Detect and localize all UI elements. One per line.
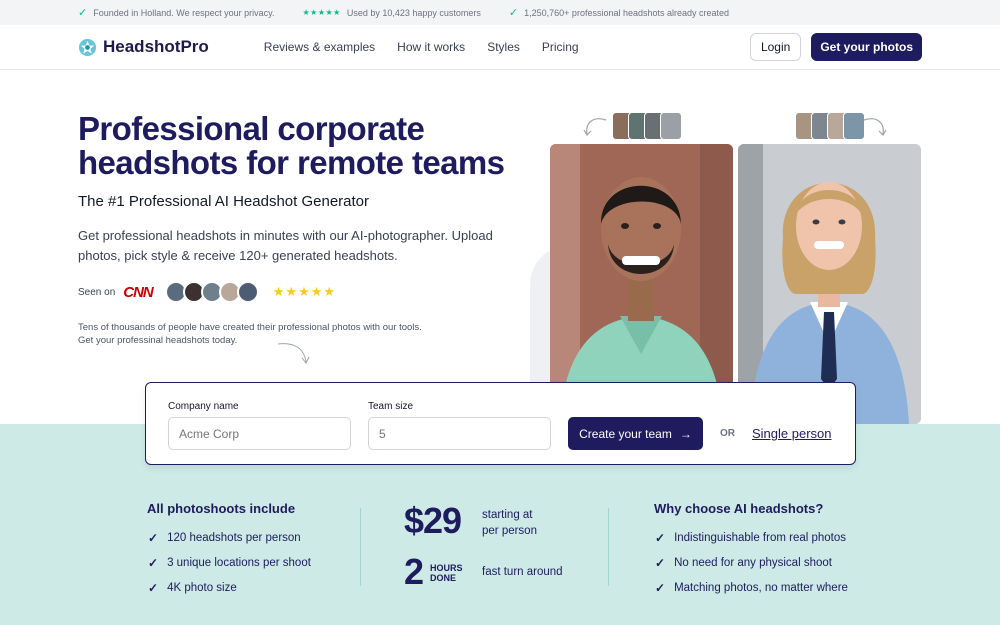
- company-name-input[interactable]: [168, 417, 351, 450]
- list-item: ✓ 4K photo size: [148, 575, 311, 600]
- why-choose-list: ✓ Indistinguishable from real photos ✓ No …: [655, 525, 848, 600]
- check-icon: ✓: [655, 530, 666, 545]
- stars-icon: ★★★★★: [302, 8, 341, 17]
- nav-link-reviews[interactable]: Reviews & examples: [264, 40, 375, 54]
- nav-link-pricing[interactable]: Pricing: [542, 40, 579, 54]
- brand-logo[interactable]: HeadshotPro: [78, 37, 209, 57]
- hours-value: 2: [404, 551, 425, 592]
- check-icon: ✓: [655, 555, 666, 570]
- input-photos-thumbnails: [612, 112, 682, 140]
- hero-description: Get professional headshots in minutes wi…: [78, 228, 493, 263]
- nav-links: Reviews & examples How it works Styles P…: [264, 40, 579, 54]
- check-icon: ✓: [655, 580, 666, 595]
- feature-text: Indistinguishable from real photos: [674, 531, 847, 544]
- create-team-label: Create your team: [579, 426, 672, 441]
- feature-text: Matching photos, no matter where: [674, 581, 848, 594]
- avatar: [236, 281, 259, 303]
- company-name-label: Company name: [168, 401, 239, 412]
- main-navbar: HeadshotPro Reviews & examples How it wo…: [0, 25, 1000, 70]
- feature-text: 120 headshots per person: [167, 531, 301, 544]
- list-item: ✓ Indistinguishable from real photos: [655, 525, 848, 550]
- price-note: starting at per person: [482, 509, 537, 537]
- rotate-arrow-icon: [863, 118, 887, 136]
- logo-icon: [78, 38, 97, 56]
- arrow-right-icon: →: [679, 426, 692, 441]
- hero-title: Professional corporate headshots for rem…: [78, 110, 505, 181]
- photoshoots-include-list: ✓ 120 headshots per person ✓ 3 unique loca…: [148, 525, 311, 600]
- thumbnail: [660, 112, 682, 140]
- headshots-created-note: ✓ 1,250,760+ professional headshots alre…: [509, 6, 729, 19]
- photoshoots-include-title: All photoshoots include: [147, 501, 296, 516]
- customer-avatars: [164, 281, 259, 303]
- rotate-arrow-icon: [583, 118, 607, 136]
- list-item: ✓ 3 unique locations per shoot: [148, 550, 311, 575]
- hero-subtitle: The #1 Professional AI Headshot Generato…: [78, 193, 370, 210]
- team-size-label: Team size: [368, 401, 414, 412]
- customers-text: Used by 10,423 happy customers: [346, 7, 481, 18]
- check-icon: ✓: [148, 530, 159, 545]
- list-item: ✓ No need for any physical shoot: [655, 550, 848, 575]
- nav-link-how-it-works[interactable]: How it works: [397, 40, 465, 54]
- price-value: $29: [404, 500, 462, 541]
- check-icon: ✓: [148, 580, 159, 595]
- top-announcement-bar: ✓ Founded in Holland. We respect your pr…: [0, 0, 1000, 25]
- get-photos-button[interactable]: Get your photos: [811, 33, 922, 61]
- team-signup-form: Company name Team size Create your team …: [145, 382, 856, 465]
- list-item: ✓ 120 headshots per person: [148, 525, 311, 550]
- or-separator: OR: [720, 428, 735, 439]
- brand-name: HeadshotPro: [103, 37, 209, 56]
- hours-label: HOURS DONE: [430, 563, 463, 583]
- nav-link-styles[interactable]: Styles: [487, 40, 520, 54]
- feature-text: No need for any physical shoot: [674, 556, 832, 569]
- section-divider: [360, 508, 361, 586]
- privacy-note: ✓ Founded in Holland. We respect your pr…: [78, 6, 274, 19]
- check-icon: ✓: [148, 555, 159, 570]
- headshots-created-text: 1,250,760+ professional headshots alread…: [524, 7, 730, 18]
- cnn-logo: CNN: [123, 283, 153, 301]
- login-button[interactable]: Login: [749, 33, 802, 61]
- check-icon: ✓: [78, 7, 88, 19]
- section-divider: [608, 508, 609, 586]
- check-icon: ✓: [508, 7, 519, 19]
- input-photos-thumbnails: [795, 112, 865, 140]
- customers-note: ★★★★★ Used by 10,423 happy customers: [302, 8, 480, 18]
- team-size-input[interactable]: [368, 417, 551, 450]
- single-person-link[interactable]: Single person: [752, 426, 832, 441]
- social-proof-text: Tens of thousands of people have created…: [78, 322, 422, 346]
- curved-arrow-icon: [277, 343, 310, 364]
- create-team-button[interactable]: Create your team →: [568, 417, 703, 450]
- nav-actions: Login Get your photos: [749, 33, 922, 61]
- rating-stars-icon: ★★★★★: [272, 284, 337, 299]
- privacy-text: Founded in Holland. We respect your priv…: [93, 7, 275, 18]
- turnaround-note: fast turn around: [482, 566, 563, 578]
- seen-on-label: Seen on: [78, 286, 116, 298]
- seen-on-row: Seen on CNN ★★★★★: [78, 281, 336, 303]
- list-item: ✓ Matching photos, no matter where: [655, 575, 848, 600]
- why-choose-title: Why choose AI headshots?: [654, 501, 824, 516]
- feature-text: 3 unique locations per shoot: [167, 556, 311, 569]
- feature-text: 4K photo size: [167, 581, 237, 594]
